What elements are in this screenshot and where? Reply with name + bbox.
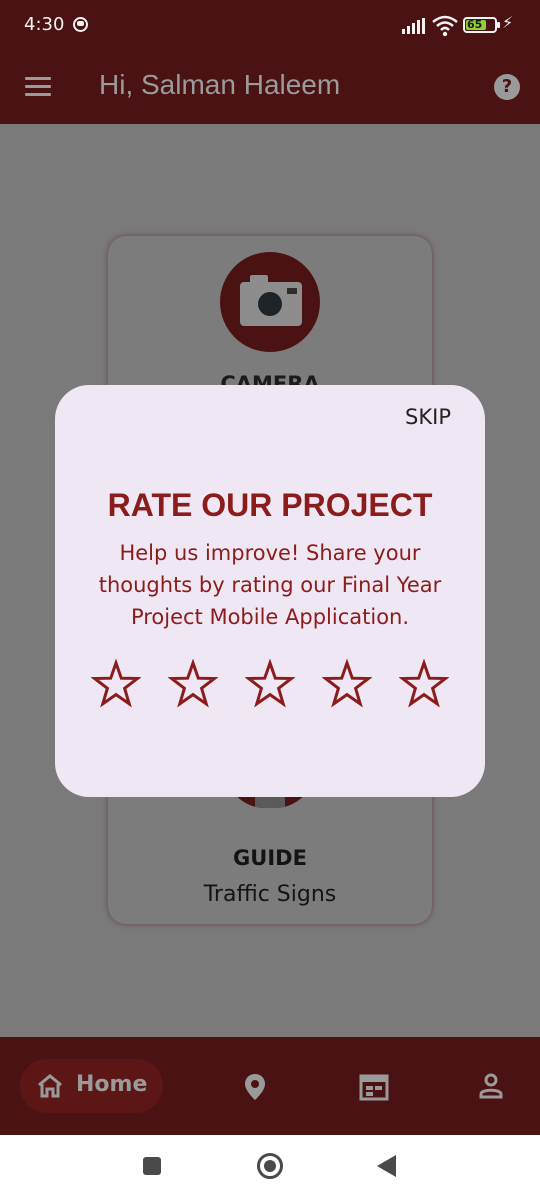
system-nav-bar bbox=[0, 1135, 540, 1200]
skip-button[interactable]: SKIP bbox=[405, 405, 451, 429]
star-rating bbox=[91, 659, 451, 709]
star-icon-2[interactable] bbox=[168, 659, 218, 709]
camera-button[interactable] bbox=[220, 252, 320, 352]
recents-button[interactable] bbox=[143, 1157, 161, 1175]
calendar-icon[interactable] bbox=[359, 1073, 389, 1101]
battery-icon: 65 bbox=[463, 17, 500, 33]
signal-icon bbox=[402, 18, 428, 34]
wifi-icon bbox=[432, 15, 458, 37]
guide-label: GUIDE bbox=[233, 846, 307, 870]
rating-dialog: SKIP RATE OUR PROJECT Help us improve! S… bbox=[55, 385, 485, 797]
app-bar: Hi, Salman Haleem ? bbox=[0, 52, 540, 124]
star-icon-5[interactable] bbox=[399, 659, 449, 709]
profile-icon[interactable] bbox=[479, 1073, 503, 1099]
battery-level: 65 bbox=[467, 18, 483, 31]
bottom-nav: Home bbox=[0, 1037, 540, 1135]
star-icon-4[interactable] bbox=[322, 659, 372, 709]
charging-icon: ⚡ bbox=[502, 13, 514, 32]
home-icon bbox=[38, 1074, 62, 1098]
help-icon[interactable]: ? bbox=[494, 74, 520, 100]
back-button[interactable] bbox=[377, 1155, 396, 1177]
dialog-title: RATE OUR PROJECT bbox=[107, 487, 433, 523]
camera-icon bbox=[240, 275, 302, 326]
star-icon-3[interactable] bbox=[245, 659, 295, 709]
clock-icon bbox=[73, 17, 88, 32]
status-time: 4:30 bbox=[24, 14, 65, 35]
nav-home[interactable]: Home bbox=[20, 1059, 163, 1113]
star-icon-1[interactable] bbox=[91, 659, 141, 709]
page-title: Hi, Salman Haleem bbox=[99, 69, 341, 100]
menu-icon[interactable] bbox=[25, 77, 51, 97]
dialog-message: Help us improve! Share your thoughts by … bbox=[98, 541, 442, 629]
location-pin-icon[interactable] bbox=[244, 1073, 266, 1101]
status-bar: 4:30 65 ⚡ bbox=[0, 0, 540, 52]
home-system-button[interactable] bbox=[257, 1153, 283, 1179]
nav-home-label: Home bbox=[76, 1072, 148, 1097]
guide-subtitle: Traffic Signs bbox=[203, 882, 337, 907]
